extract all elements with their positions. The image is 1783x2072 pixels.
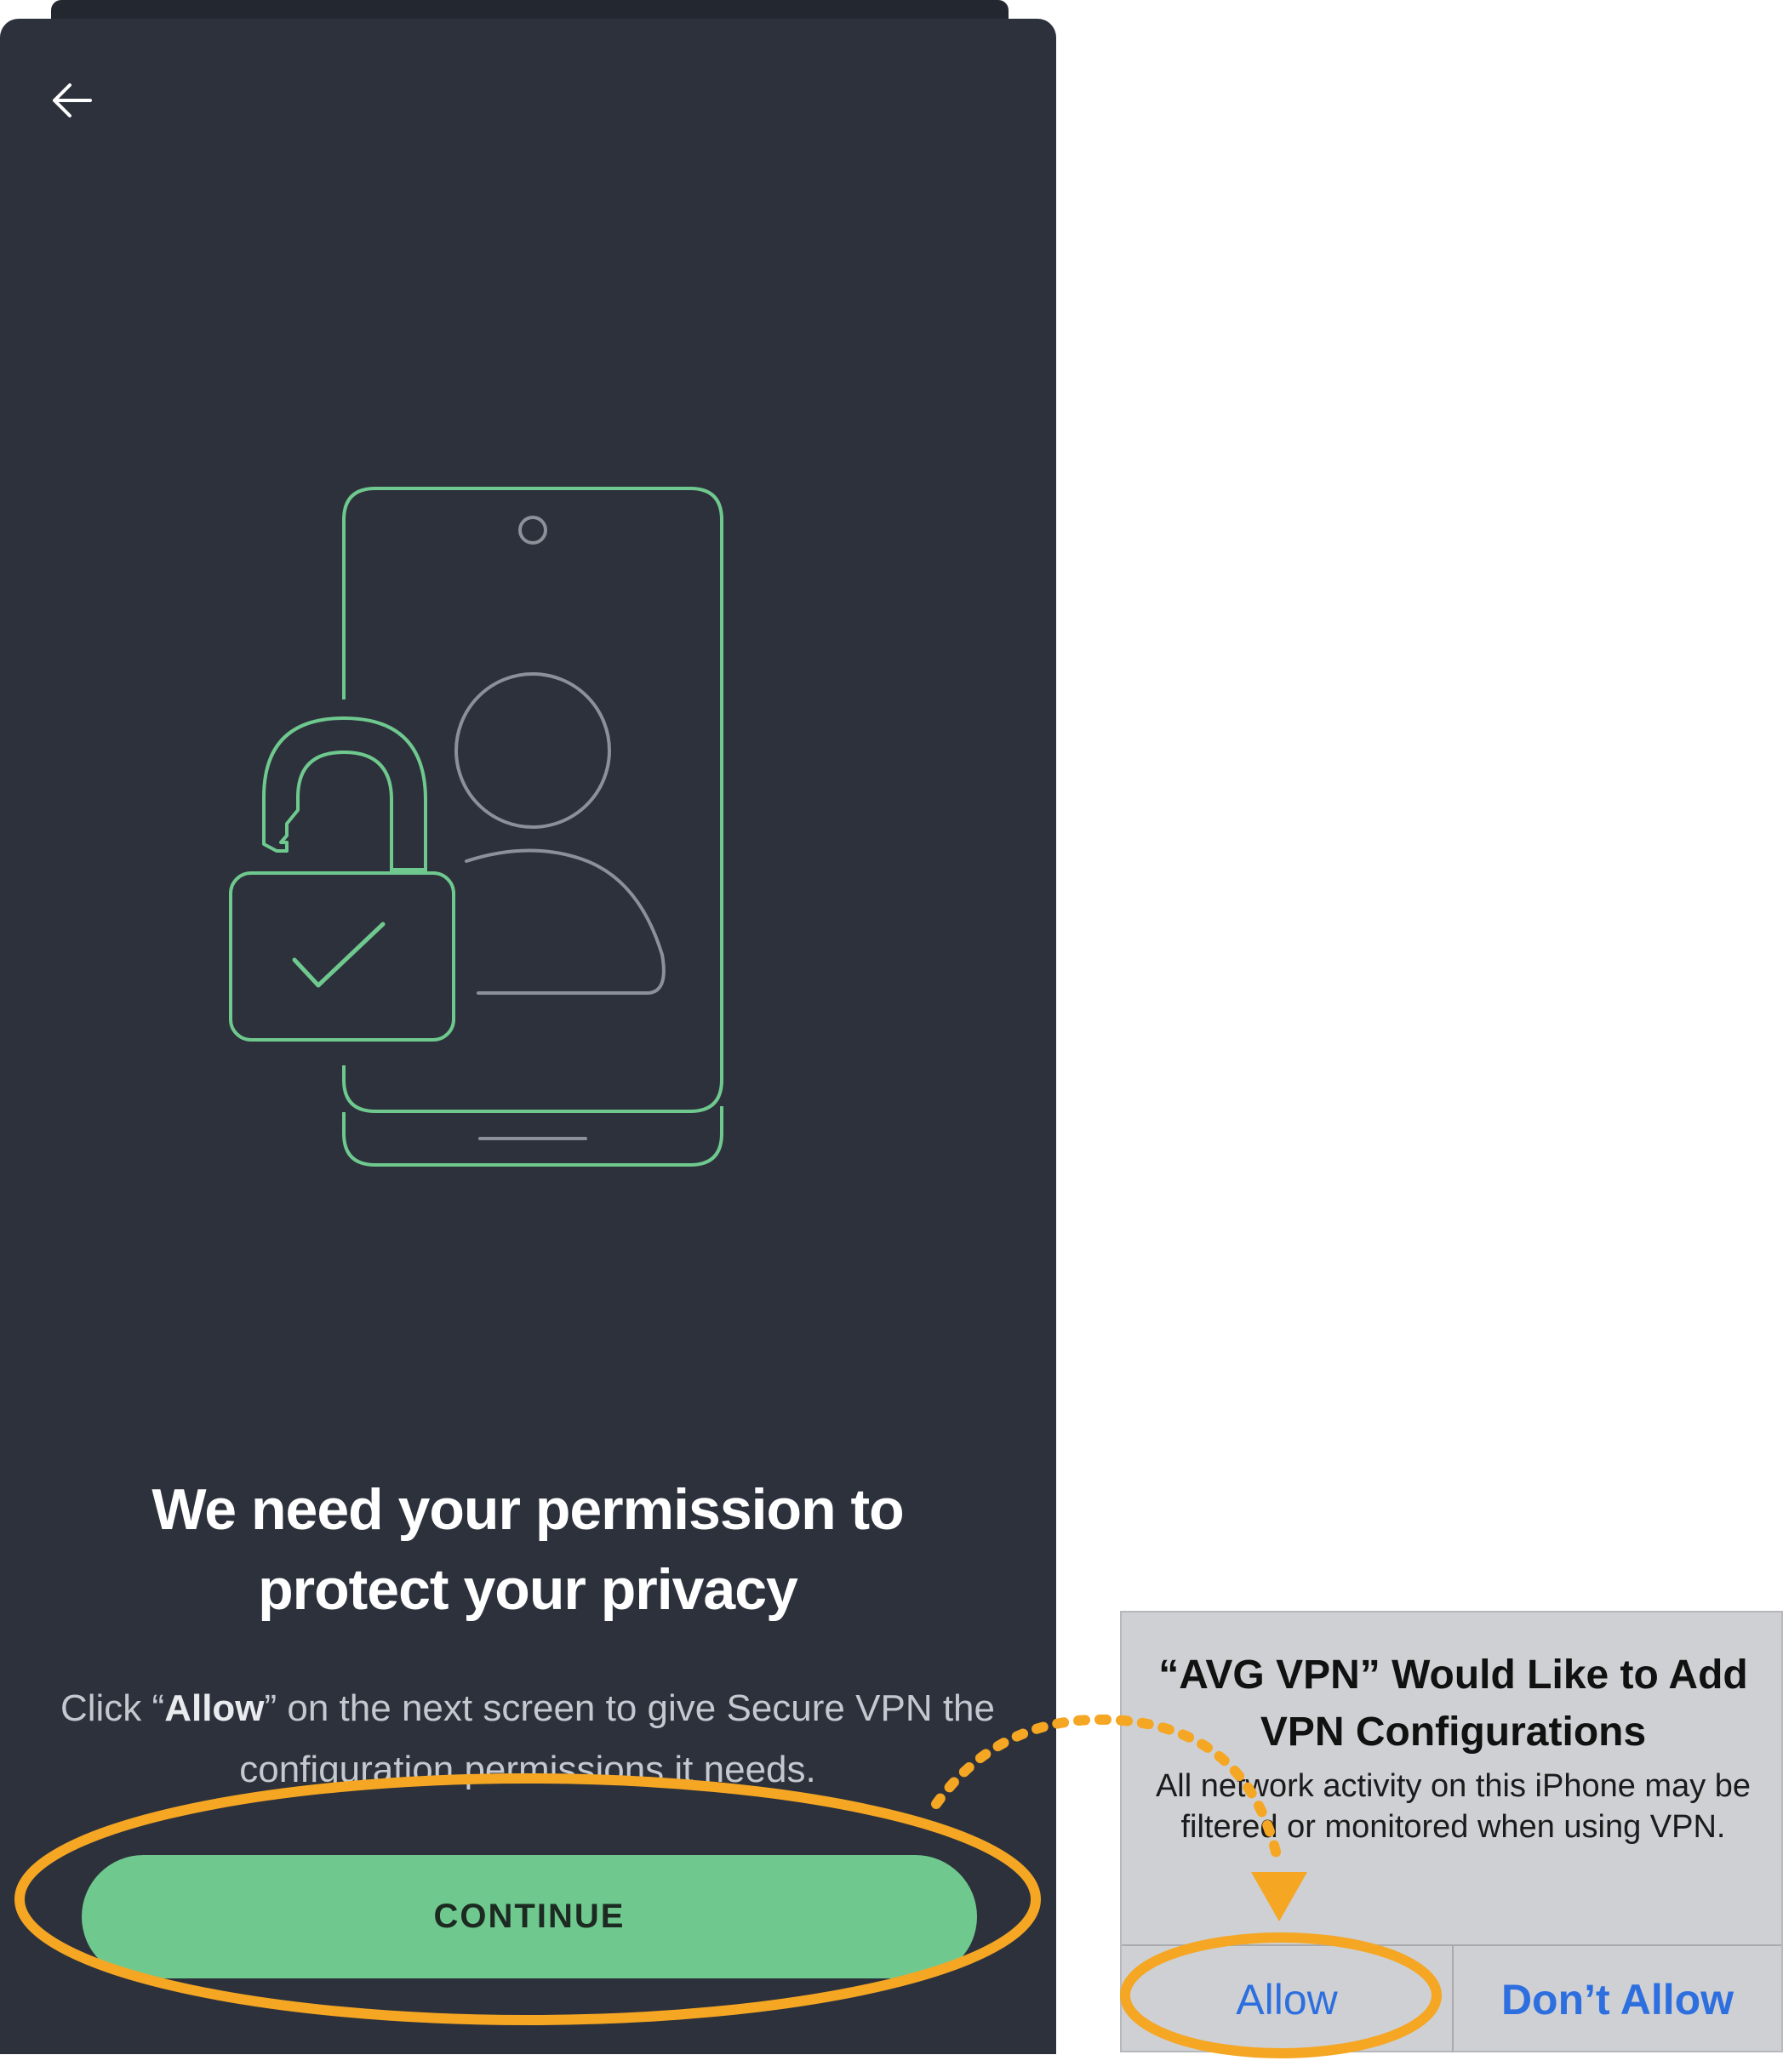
person-icon [454, 672, 666, 995]
description-suffix: ” on the next screen to give Secure VPN … [239, 1687, 995, 1790]
page-title: We need your permission to protect your … [151, 1477, 904, 1622]
allow-button[interactable]: Allow [1122, 1946, 1452, 2052]
back-button[interactable] [41, 70, 102, 131]
dont-allow-button[interactable]: Don’t Allow [1454, 1946, 1781, 2052]
permission-screen: We need your permission to protect your … [0, 19, 1056, 2054]
continue-button[interactable]: CONTINUE [82, 1855, 977, 1978]
privacy-illustration [229, 487, 723, 1167]
screenshot-canvas: We need your permission to protect your … [0, 0, 1783, 2072]
alert-title: “AVG VPN” Would Like to Add VPN Configur… [1158, 1652, 1748, 1755]
alert-message: All network activity on this iPhone may … [1155, 1768, 1752, 1845]
description-allow-emphasis: Allow [164, 1687, 265, 1729]
permission-description: Click “Allow” on the next screen to give… [51, 1678, 1004, 1801]
arrow-left-icon [53, 83, 92, 117]
description-prefix: Click “ [60, 1687, 165, 1729]
ios-vpn-permission-alert: “AVG VPN” Would Like to Add VPN Configur… [1120, 1611, 1783, 2052]
unlocked-padlock-icon [229, 716, 455, 1042]
